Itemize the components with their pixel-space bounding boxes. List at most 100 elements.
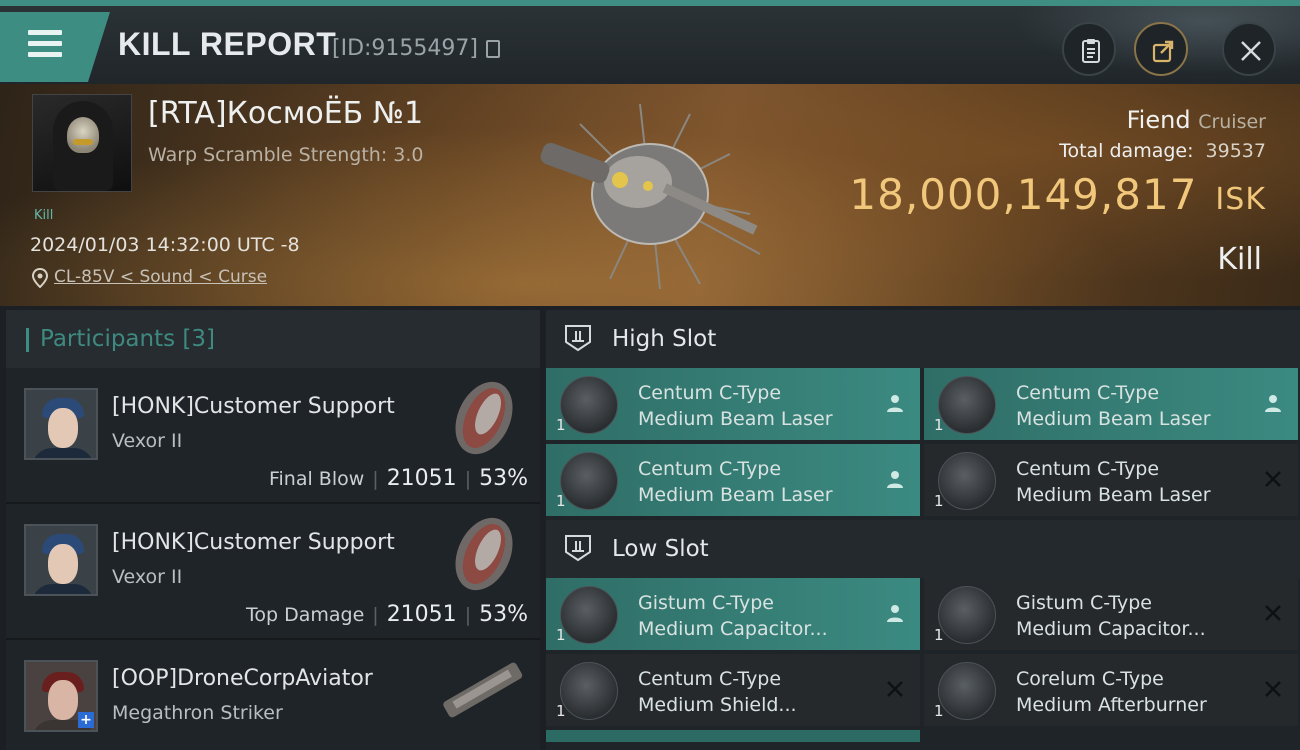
participant-stats: Top Damage | 21051 | 53% (246, 602, 528, 627)
module-item[interactable]: 1 Centum C-Type Medium Beam Laser (924, 444, 1298, 516)
module-qty: 1 (934, 702, 944, 720)
destroyed-x-icon (1265, 471, 1281, 487)
module-name: Corelum C-Type (1016, 668, 1164, 690)
participant-portrait[interactable]: + (24, 660, 98, 732)
participants-header: Participants [3] (6, 310, 540, 368)
participant-portrait[interactable] (24, 524, 98, 596)
fitting-panel: High Slot 1 Centum C-Type Medium Beam La… (546, 310, 1300, 750)
low-slot-grid: 1 Gistum C-Type Medium Capacitor... 1 Gi… (546, 578, 1300, 726)
destroyed-x-icon (1265, 681, 1281, 697)
participant-name: [HONK]Customer Support (112, 530, 395, 555)
plus-badge-icon: + (78, 712, 94, 728)
page-title: KILL REPORT (118, 26, 337, 62)
participant-name: [HONK]Customer Support (112, 394, 395, 419)
module-name: Gistum C-Type (1016, 592, 1152, 614)
location-pin-icon (32, 268, 48, 288)
high-slot-header: High Slot (546, 310, 1300, 368)
module-item[interactable]: 1 Corelum C-Type Medium Afterburner (924, 654, 1298, 726)
participant-damage: 21051 (386, 602, 457, 627)
module-type: Medium Beam Laser (638, 408, 833, 430)
participant-row[interactable]: [HONK]Customer Support Vexor II Top Dama… (6, 504, 540, 640)
victim-name[interactable]: [RTA]КосмоЁБ №1 (148, 96, 423, 131)
module-item[interactable]: 1 Gistum C-Type Medium Capacitor... (924, 578, 1298, 650)
module-name: Centum C-Type (1016, 382, 1160, 404)
participant-row[interactable]: + [OOP]DroneCorpAviator Megathron Strike… (6, 640, 540, 750)
total-damage-label: Total damage: (1059, 140, 1194, 162)
participants-panel: Participants [3] [HONK]Customer Support … (6, 310, 540, 750)
module-type: Medium Beam Laser (1016, 408, 1211, 430)
total-damage: Total damage: 39537 (1059, 140, 1266, 162)
clipboard-icon (1082, 39, 1100, 63)
module-item[interactable]: 1 Centum C-Type Medium Beam Laser (546, 368, 920, 440)
participant-ship-image[interactable] (436, 646, 526, 736)
module-item[interactable]: 1 Centum C-Type Medium Beam Laser (546, 444, 920, 516)
isk-unit: ISK (1215, 182, 1266, 217)
participant-row[interactable]: [HONK]Customer Support Vexor II Final Bl… (6, 368, 540, 504)
module-type: Medium Capacitor... (638, 618, 828, 640)
destroyed-x-icon (887, 681, 903, 697)
module-item[interactable]: 1 Centum C-Type Medium Beam Laser (924, 368, 1298, 440)
kill-outcome: Kill (1217, 242, 1262, 277)
module-type: Medium Beam Laser (638, 484, 833, 506)
module-qty: 1 (556, 702, 566, 720)
module-type: Medium Afterburner (1016, 694, 1207, 716)
isk-value: 18,000,149,817 ISK (849, 170, 1266, 219)
person-icon (887, 605, 903, 622)
close-icon (1241, 41, 1261, 61)
total-damage-value: 39537 (1205, 140, 1266, 162)
high-slot-icon (565, 325, 591, 352)
low-slot-icon (565, 535, 591, 562)
destroyed-x-icon (1265, 605, 1281, 621)
clipboard-button[interactable] (1062, 22, 1116, 76)
location-link[interactable]: CL-85V < Sound < Curse (54, 267, 267, 287)
victim-banner: [RTA]КосмоЁБ №1 Warp Scramble Strength: … (0, 84, 1300, 306)
module-item[interactable]: 1 Centum C-Type Medium Shield... (546, 654, 920, 726)
module-name: Centum C-Type (638, 382, 782, 404)
participant-ship: Megathron Striker (112, 702, 283, 724)
module-item-partial[interactable] (546, 730, 920, 742)
module-qty: 1 (556, 626, 566, 644)
high-slot-grid: 1 Centum C-Type Medium Beam Laser 1 Cent… (546, 368, 1300, 516)
participant-role: Final Blow (268, 468, 365, 490)
participant-ship: Vexor II (112, 566, 183, 588)
module-qty: 1 (934, 492, 944, 510)
person-icon (1265, 395, 1281, 412)
module-qty: 1 (556, 416, 566, 434)
close-button[interactable] (1222, 22, 1276, 76)
hamburger-icon (28, 30, 62, 58)
module-item[interactable]: 1 Gistum C-Type Medium Capacitor... (546, 578, 920, 650)
participant-percent: 53% (479, 602, 528, 627)
module-type: Medium Shield... (638, 694, 797, 716)
share-button[interactable] (1134, 22, 1188, 76)
copy-id-icon[interactable] (486, 40, 500, 58)
module-type: Medium Beam Laser (1016, 484, 1211, 506)
participant-damage: 21051 (386, 466, 457, 491)
victim-ship-type[interactable]: Fiend Cruiser (1127, 106, 1266, 134)
participants-title: Participants [3] (40, 326, 215, 352)
participant-ship-image[interactable] (436, 510, 526, 600)
ship-name: Fiend (1126, 106, 1191, 134)
module-name: Gistum C-Type (638, 592, 774, 614)
beam-laser-icon (560, 452, 618, 510)
victim-portrait[interactable] (32, 94, 132, 192)
participant-ship-image[interactable] (436, 374, 526, 464)
warp-scramble-text: Warp Scramble Strength: 3.0 (148, 144, 424, 166)
isk-amount: 18,000,149,817 (849, 170, 1198, 219)
ship-class: Cruiser (1198, 111, 1266, 133)
participant-name: [OOP]DroneCorpAviator (112, 666, 373, 691)
kill-tag: Kill (34, 208, 54, 223)
participants-label: Participants (40, 326, 176, 352)
beam-laser-icon (938, 376, 996, 434)
report-id: [ID:9155497] (332, 36, 478, 61)
participant-portrait[interactable] (24, 388, 98, 460)
participant-role: Top Damage (246, 604, 365, 626)
module-qty: 1 (934, 626, 944, 644)
low-slot-header: Low Slot (546, 520, 1300, 578)
menu-button[interactable] (0, 12, 110, 82)
victim-ship-image[interactable] (520, 94, 780, 294)
low-slot-label: Low Slot (612, 536, 709, 562)
participant-percent: 53% (479, 466, 528, 491)
person-icon (887, 395, 903, 412)
afterburner-icon (938, 662, 996, 720)
capacitor-icon (938, 586, 996, 644)
